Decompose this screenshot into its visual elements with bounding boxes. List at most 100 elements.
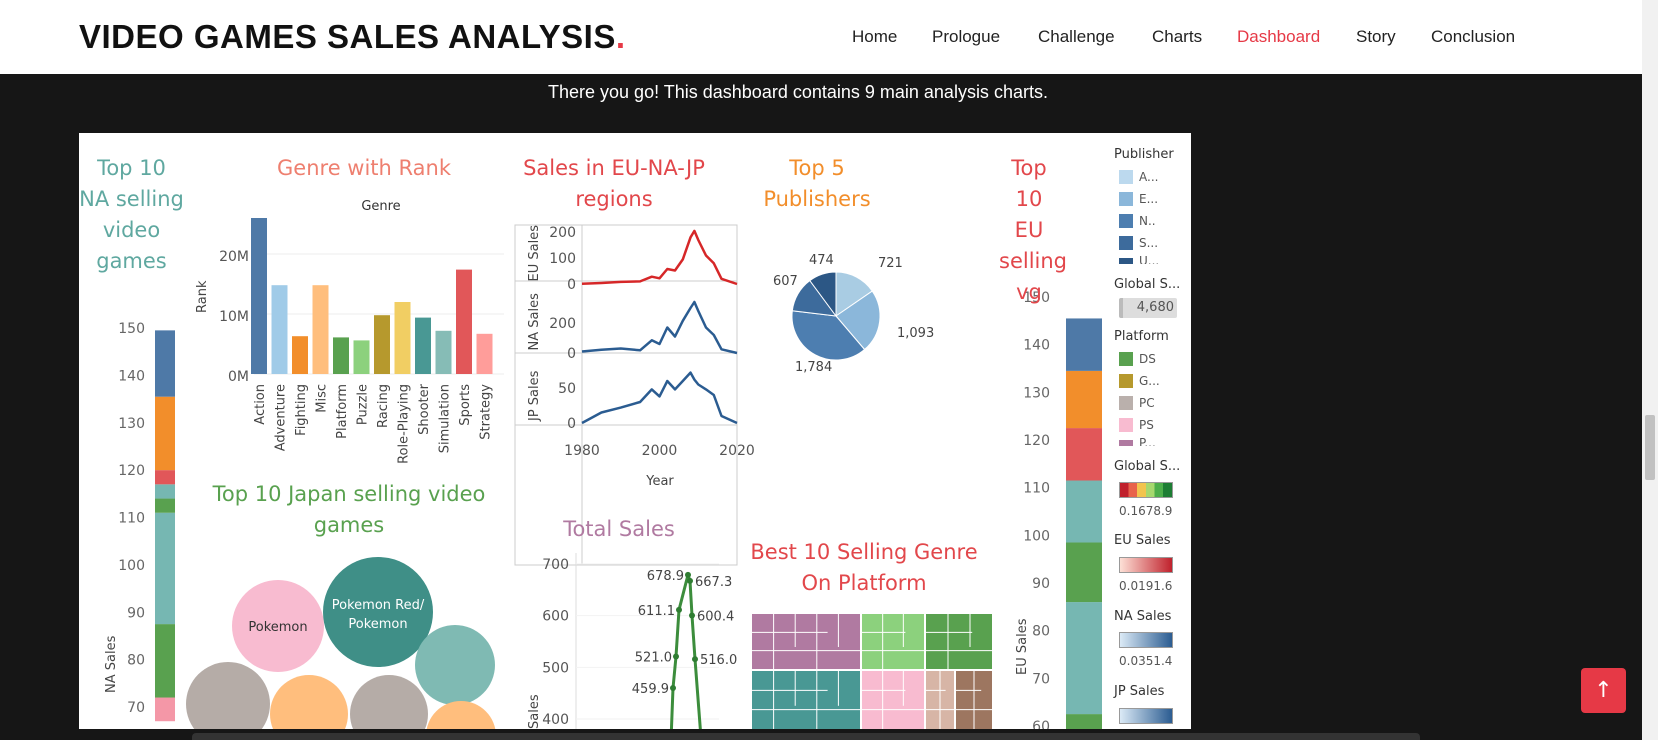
axis-tick-label: 70 [127,700,145,716]
scroll-to-top-button[interactable]: ↑ [1581,668,1626,713]
nav-challenge[interactable]: Challenge [1038,27,1115,47]
axis-tick-label: 600 [542,609,569,625]
legend-publisher-item[interactable]: U... [1139,254,1159,264]
legend-global-sales-range: 0.1678.9 [1119,504,1173,518]
data-label: 667.3 [695,575,732,590]
legend-publisher-item[interactable]: A... [1139,170,1158,184]
nav-conclusion[interactable]: Conclusion [1431,27,1515,47]
axis-tick-label: 80 [127,653,145,669]
legend-platform-item[interactable]: G... [1139,374,1160,388]
nav-prologue[interactable]: Prologue [932,27,1000,47]
bar [394,302,411,374]
legend-publisher-item[interactable]: N.. [1139,214,1156,228]
axis-tick-label: 0M [228,369,249,385]
axis-tick-label: 90 [127,605,145,621]
axis-tick-label: 100 [118,558,145,574]
bar-segment [1066,542,1102,603]
treemap-block [862,614,924,669]
data-point [689,612,695,619]
legend-jp-sales-ramp [1119,708,1173,724]
legend-eu-sales-header: EU Sales [1114,533,1171,548]
site-brand[interactable]: VIDEO GAMES SALES ANALYSIS. [79,18,626,56]
legend-swatch [1119,258,1133,264]
legend-platform-item[interactable]: P... [1139,436,1156,446]
legend-platform-item[interactable]: DS [1139,352,1156,366]
bubble [415,625,495,705]
bar-segment [1066,428,1102,481]
axis-tick-label: 110 [1023,481,1050,497]
axis-tick-label: 20M [219,249,249,265]
scrollbar-thumb[interactable] [1645,415,1655,480]
bar [435,330,452,374]
nav-charts[interactable]: Charts [1152,27,1202,47]
data-point [673,653,679,660]
pie-label: 721 [878,256,903,271]
global-sales-filter[interactable]: 4,680 [1119,298,1177,318]
axis-tick-label: 130 [118,416,145,432]
pie-label: 1,093 [897,326,934,341]
data-point [692,656,698,663]
legend-na-sales-header: NA Sales [1114,609,1172,624]
data-point [676,606,682,613]
bar [292,336,308,374]
legend-swatch [1119,418,1133,432]
legend-publisher-item[interactable]: S... [1139,236,1158,250]
bar [456,269,472,374]
legend-jp-sales-header: JP Sales [1114,684,1165,699]
axis-tick-label: 100 [1023,528,1050,544]
title-na-top10: Top 10 NA selling video games [79,156,184,273]
nav-story[interactable]: Story [1356,27,1396,47]
category-label: Racing [376,384,391,428]
legend-platform-item[interactable]: PS [1139,418,1154,432]
bar-segment [155,470,175,485]
bar-segment [1066,480,1102,543]
nav-home[interactable]: Home [852,27,897,47]
legend-global-sales-ramp [1119,482,1173,498]
pie-label: 474 [809,253,834,268]
data-point [687,577,693,584]
data-point [685,571,691,578]
tableau-dashboard[interactable]: 70 80 90 100 110 120 130 140 150 NA Sales 60 70 80 90… [79,133,1191,729]
bar [415,317,431,374]
axis-tick-label: 0 [567,416,576,432]
axis-tick-label: 1980 [564,443,600,459]
legend-eu-sales-range: 0.0191.6 [1119,579,1173,593]
data-label: 516.0 [700,653,737,668]
legend-publisher-item[interactable]: E... [1139,192,1158,206]
site-header: VIDEO GAMES SALES ANALYSIS. Home Prologu… [0,0,1642,74]
dashboard-intro: There you go! This dashboard contains 9 … [548,82,1048,102]
title-eu-top10: Top 10 EU selling vg [999,156,1068,304]
data-point [670,685,676,692]
chart-title: Genre [361,199,400,214]
title-total-sales: Total Sales [563,517,675,541]
legend-publisher-header: Publisher [1114,147,1174,162]
bubble [426,701,496,729]
category-label: Platform [335,384,350,439]
bar [374,315,390,374]
axis-tick-label: 90 [1032,576,1050,592]
series-line [581,300,738,355]
legend-platform-item[interactable]: PC [1139,396,1155,410]
axis-tick-label: 50 [558,381,576,397]
data-label: 611.1 [638,604,675,619]
axis-tick-label: 130 [1023,385,1050,401]
axis-tick-label: 140 [1023,338,1050,354]
axis-tick-label: 140 [118,368,145,384]
bar-segment [155,697,175,722]
legend-swatch [1119,396,1133,410]
bar [271,285,288,374]
page-scrollbar[interactable] [1642,0,1658,740]
axis-label: EU Sales [527,225,542,282]
category-label: Shooter [417,383,432,434]
bar [353,340,370,374]
category-label: Adventure [274,384,289,451]
category-label: Strategy [479,384,494,440]
bubble [350,675,428,729]
bar-segment [155,512,175,625]
pie-label: 1,784 [795,360,832,375]
axis-tick-label: 120 [1023,433,1050,449]
nav-dashboard[interactable]: Dashboard [1237,27,1320,47]
bottom-bar [192,733,1420,740]
legend-global-sales-header: Global S... [1114,277,1181,292]
legend-swatch [1119,440,1133,446]
